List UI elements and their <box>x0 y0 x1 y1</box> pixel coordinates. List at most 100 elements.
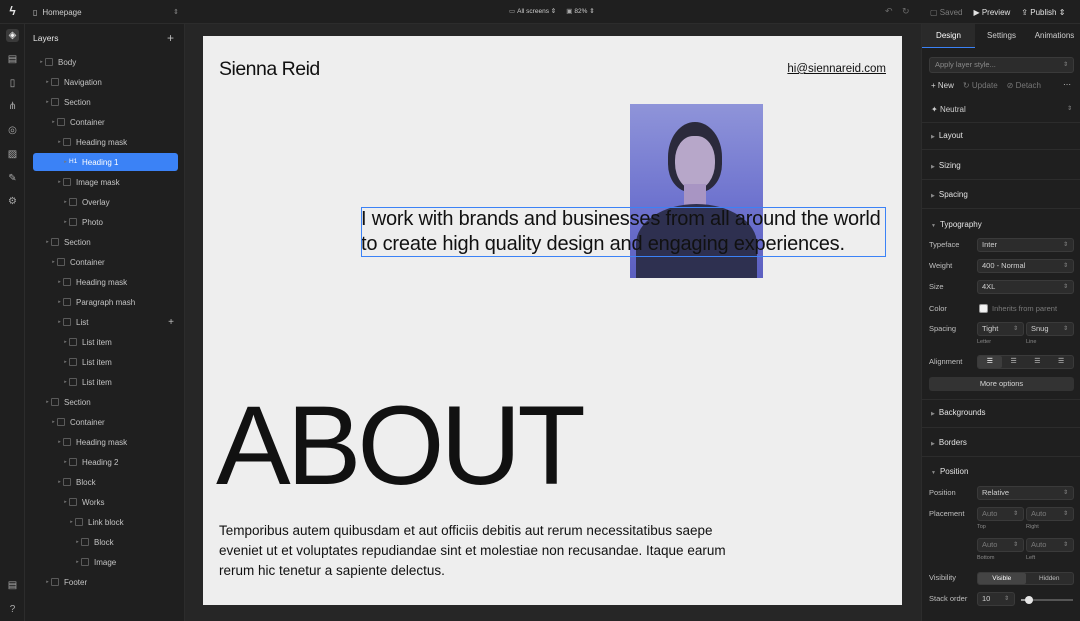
chevron-right-icon[interactable]: ▸ <box>68 519 75 525</box>
chevron-right-icon[interactable]: ▸ <box>44 239 51 245</box>
chevron-right-icon[interactable]: ▸ <box>62 499 69 505</box>
stack-order-input[interactable]: 10 ⇕ <box>977 592 1015 606</box>
layer-style-select[interactable]: Apply layer style... ⇕ <box>929 57 1074 73</box>
canvas[interactable]: Sienna Reid hi@siennareid.com I work wit… <box>185 24 921 621</box>
layer-item[interactable]: ▸ Section <box>33 393 178 411</box>
layer-item[interactable]: ▸ Container <box>33 413 178 431</box>
layer-item[interactable]: ▸ Overlay <box>33 193 178 211</box>
align-left-icon[interactable]: ☰ <box>978 356 1002 368</box>
chevron-right-icon[interactable]: ▸ <box>44 399 51 405</box>
layer-item[interactable]: ▸ Body <box>33 53 178 71</box>
layer-item[interactable]: ▸ Photo <box>33 213 178 231</box>
tab-design[interactable]: Design <box>922 24 975 48</box>
chevron-right-icon[interactable]: ▸ <box>56 139 63 145</box>
layer-item[interactable]: ▸ Container <box>33 113 178 131</box>
layer-item[interactable]: ▸ Section <box>33 93 178 111</box>
chevron-right-icon[interactable]: ▸ <box>50 419 57 425</box>
chevron-right-icon[interactable]: ▸ <box>50 259 57 265</box>
chevron-right-icon[interactable]: ▸ <box>62 379 69 385</box>
chevron-right-icon[interactable]: ▸ <box>38 59 45 65</box>
screens-selector[interactable]: ▭ All screens ⇕ <box>509 7 556 15</box>
align-right-icon[interactable]: ☰ <box>1026 356 1050 368</box>
site-name[interactable]: Sienna Reid <box>219 58 320 81</box>
layer-item[interactable]: ▸ Block <box>33 533 178 551</box>
assets-icon[interactable]: ▨ <box>6 148 19 161</box>
about-heading[interactable]: ABOUT <box>216 386 586 506</box>
layer-item[interactable]: ▸ Heading 2 <box>33 453 178 471</box>
section-borders[interactable]: ▶ Borders <box>931 438 967 447</box>
weight-select[interactable]: 400 - Normal ⇕ <box>977 259 1074 273</box>
layer-item[interactable]: ▸ Image <box>33 553 178 571</box>
chevron-right-icon[interactable]: ▸ <box>50 119 57 125</box>
right-input[interactable]: Auto ⇕ <box>1026 507 1074 521</box>
chevron-right-icon[interactable]: ▸ <box>44 79 51 85</box>
pages-icon[interactable]: ▯ <box>6 77 19 90</box>
visible-option[interactable]: Visible <box>978 573 1026 584</box>
globe-icon[interactable]: ◎ <box>6 124 19 137</box>
neutral-mode[interactable]: ✦ Neutral ⇕ <box>931 105 1072 114</box>
site-preview[interactable]: Sienna Reid hi@siennareid.com I work wit… <box>203 36 902 605</box>
app-logo-icon[interactable]: ϟ <box>6 5 19 18</box>
layer-item[interactable]: ▸ Heading mask <box>33 273 178 291</box>
slider-knob[interactable] <box>1024 596 1033 604</box>
chevron-right-icon[interactable]: ▸ <box>62 199 69 205</box>
zoom-selector[interactable]: ▣ 82% ⇕ <box>566 7 594 15</box>
chevron-right-icon[interactable]: ▸ <box>62 219 69 225</box>
align-center-icon[interactable]: ☰ <box>1002 356 1026 368</box>
add-layer-icon[interactable]: + <box>167 31 174 45</box>
section-layout[interactable]: ▶ Layout <box>931 131 963 140</box>
chevron-right-icon[interactable]: ▸ <box>62 339 69 345</box>
letter-spacing-select[interactable]: Tight ⇕ <box>977 322 1024 336</box>
undo-icon[interactable]: ↶ <box>885 6 893 17</box>
section-position[interactable]: ▼ Position <box>931 467 968 476</box>
chevron-right-icon[interactable]: ▸ <box>62 459 69 465</box>
layer-item[interactable]: ▸ List item <box>33 373 178 391</box>
chevron-right-icon[interactable]: ▸ <box>56 479 63 485</box>
new-style-button[interactable]: + New <box>931 81 954 90</box>
chevron-right-icon[interactable]: ▸ <box>74 539 81 545</box>
detach-style-button[interactable]: ⊘ Detach <box>1007 81 1041 90</box>
add-child-icon[interactable]: + <box>168 317 174 328</box>
top-input[interactable]: Auto ⇕ <box>977 507 1024 521</box>
more-icon[interactable]: ⋯ <box>1063 80 1071 89</box>
tab-animations[interactable]: Animations <box>1028 24 1080 48</box>
section-sizing[interactable]: ▶ Sizing <box>931 161 961 170</box>
left-input[interactable]: Auto ⇕ <box>1026 538 1074 552</box>
section-typography[interactable]: ▼ Typography <box>931 220 982 229</box>
page-selector[interactable]: ▯ Homepage ⇕ <box>33 6 179 18</box>
size-select[interactable]: 4XL ⇕ <box>977 280 1074 294</box>
chevron-right-icon[interactable]: ▸ <box>56 279 63 285</box>
tab-settings[interactable]: Settings <box>975 24 1028 48</box>
layer-item[interactable]: ▸ Paragraph mash <box>33 293 178 311</box>
align-justify-icon[interactable]: ☰ <box>1049 356 1073 368</box>
layers-icon[interactable]: ◈ <box>6 29 19 42</box>
layer-item[interactable]: ▸ Heading mask <box>33 433 178 451</box>
about-paragraph[interactable]: Temporibus autem quibusdam et aut offici… <box>219 521 744 581</box>
layer-item[interactable]: ▸ Block <box>33 473 178 491</box>
layer-item[interactable]: ▸ Image mask <box>33 173 178 191</box>
typeface-select[interactable]: Inter ⇕ <box>977 238 1074 252</box>
publish-button[interactable]: ⇪ Publish ⇕ <box>1021 8 1065 17</box>
layer-item[interactable]: ▸ Footer <box>33 573 178 591</box>
chevron-right-icon[interactable]: ▸ <box>56 179 63 185</box>
layer-item[interactable]: ▸ H1 Heading 1 <box>33 153 178 171</box>
chevron-right-icon[interactable]: ▸ <box>56 319 63 325</box>
layer-item[interactable]: ▸ Works <box>33 493 178 511</box>
layer-item[interactable]: ▸ List item <box>33 333 178 351</box>
help-icon[interactable]: ? <box>6 603 19 616</box>
layer-item[interactable]: ▸ Container <box>33 253 178 271</box>
docs-icon[interactable]: ▤ <box>6 579 19 592</box>
layer-item[interactable]: ▸ Link block <box>33 513 178 531</box>
hidden-option[interactable]: Hidden <box>1026 573 1074 584</box>
chevron-right-icon[interactable]: ▸ <box>56 439 63 445</box>
cms-icon[interactable]: ⋔ <box>6 100 19 113</box>
chevron-right-icon[interactable]: ▸ <box>62 359 69 365</box>
components-icon[interactable]: ▤ <box>6 53 19 66</box>
layer-item[interactable]: ▸ Navigation <box>33 73 178 91</box>
chevron-right-icon[interactable]: ▸ <box>74 559 81 565</box>
position-select[interactable]: Relative ⇕ <box>977 486 1074 500</box>
layer-item[interactable]: ▸ Heading mask <box>33 133 178 151</box>
color-picker[interactable]: Inherits from parent <box>979 304 1057 313</box>
chevron-right-icon[interactable]: ▸ <box>56 299 63 305</box>
redo-icon[interactable]: ↻ <box>902 6 910 17</box>
